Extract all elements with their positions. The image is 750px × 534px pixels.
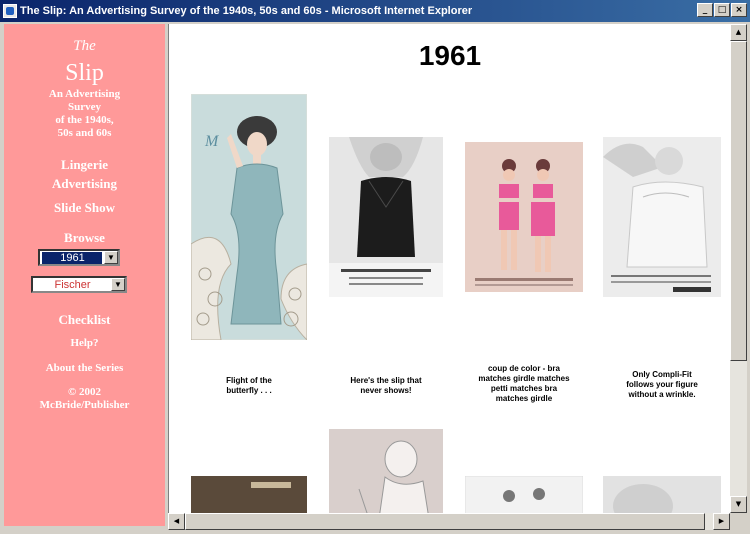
ie-icon [3, 4, 17, 18]
ad-image-compli-fit[interactable] [603, 137, 721, 297]
site-title-the: The [73, 38, 96, 54]
scroll-up-icon[interactable]: ▲ [730, 24, 747, 41]
copyright-line: McBride/Publisher [39, 399, 130, 411]
ad-image-row2-4[interactable] [603, 476, 721, 513]
sidebar-nav: The Slip An Advertising Survey of the 19… [4, 24, 165, 526]
ad-image-flight-of-butterfly[interactable]: M [191, 94, 307, 340]
chevron-down-icon[interactable]: ▼ [104, 251, 118, 264]
caption-line: Only Compli-Fit [632, 370, 692, 379]
copyright: © 2002 McBride/Publisher [4, 386, 165, 412]
nav-link-lingerie-advertising[interactable]: Lingerie Advertising [4, 155, 165, 193]
vertical-scroll-thumb[interactable] [730, 41, 747, 361]
ad-image-coup-de-color[interactable] [465, 142, 583, 292]
nav-link-label: Lingerie [61, 157, 108, 172]
maximize-button[interactable]: □ [714, 3, 730, 17]
ad-image-row2-3[interactable] [465, 476, 583, 513]
caption-line: follows your figure [626, 380, 698, 389]
year-select[interactable]: 1961 ▼ [38, 249, 120, 266]
caption-line: matches girdle [495, 394, 553, 403]
scroll-right-icon[interactable]: ▶ [713, 513, 730, 530]
window-title: The Slip: An Advertising Survey of the 1… [20, 5, 473, 17]
nav-link-browse[interactable]: Browse [4, 230, 165, 246]
ad-image-row2-1[interactable] [191, 476, 307, 513]
caption-line: butterfly . . . [226, 386, 272, 395]
caption-line: coup de color - bra [487, 364, 560, 373]
scroll-down-icon[interactable]: ▼ [730, 496, 747, 513]
ad-caption: Here's the slip that never shows! [326, 376, 446, 396]
copyright-line: © 2002 [68, 386, 101, 398]
caption-line: Here's the slip that [350, 376, 422, 385]
site-title: Slip [65, 60, 104, 86]
caption-line: matches girdle matches [478, 374, 570, 383]
brand-select[interactable]: Fischer ▼ [31, 276, 127, 293]
caption-line: Flight of the [226, 376, 272, 385]
nav-link-about-series[interactable]: About the Series [4, 362, 165, 374]
subtitle-line: An Advertising [48, 88, 121, 100]
ad-caption: Flight of the butterfly . . . [189, 376, 309, 396]
main-content: 1961 M Flight of the butterfly . . . Her… [168, 24, 730, 513]
nav-link-label: Advertising [52, 176, 117, 191]
ad-image-slip-never-shows[interactable] [329, 137, 443, 297]
scroll-left-icon[interactable]: ◀ [168, 513, 185, 530]
close-button[interactable]: × [731, 3, 747, 17]
site-subtitle: An Advertising Survey of the 1940s, 50s … [4, 88, 165, 140]
vertical-scrollbar[interactable]: ▲ ▼ [730, 24, 747, 513]
page-title: 1961 [418, 40, 482, 71]
caption-line: petti matches bra [490, 384, 558, 393]
ad-caption: Only Compli-Fit follows your figure with… [602, 370, 722, 400]
subtitle-line: Survey [68, 101, 101, 113]
scrollbar-corner [730, 513, 747, 530]
brand-select-value: Fischer [35, 279, 109, 291]
subtitle-line: 50s and 60s [57, 127, 112, 139]
svg-text:M: M [204, 133, 220, 150]
chevron-down-icon[interactable]: ▼ [111, 278, 125, 291]
horizontal-scrollbar[interactable]: ◀ ▶ [168, 513, 730, 530]
horizontal-scroll-thumb[interactable] [185, 513, 705, 530]
nav-link-help[interactable]: Help? [4, 337, 165, 349]
caption-line: without a wrinkle. [628, 390, 696, 399]
nav-link-slide-show[interactable]: Slide Show [4, 200, 165, 216]
ad-image-row2-2[interactable] [329, 429, 443, 513]
subtitle-line: of the 1940s, [55, 114, 114, 126]
nav-link-checklist[interactable]: Checklist [4, 312, 165, 328]
minimize-button[interactable]: _ [697, 3, 713, 17]
ad-caption: coup de color - bra matches girdle match… [464, 364, 584, 404]
year-select-value: 1961 [42, 252, 102, 264]
caption-line: never shows! [360, 386, 412, 395]
window-title-bar: The Slip: An Advertising Survey of the 1… [0, 0, 750, 22]
